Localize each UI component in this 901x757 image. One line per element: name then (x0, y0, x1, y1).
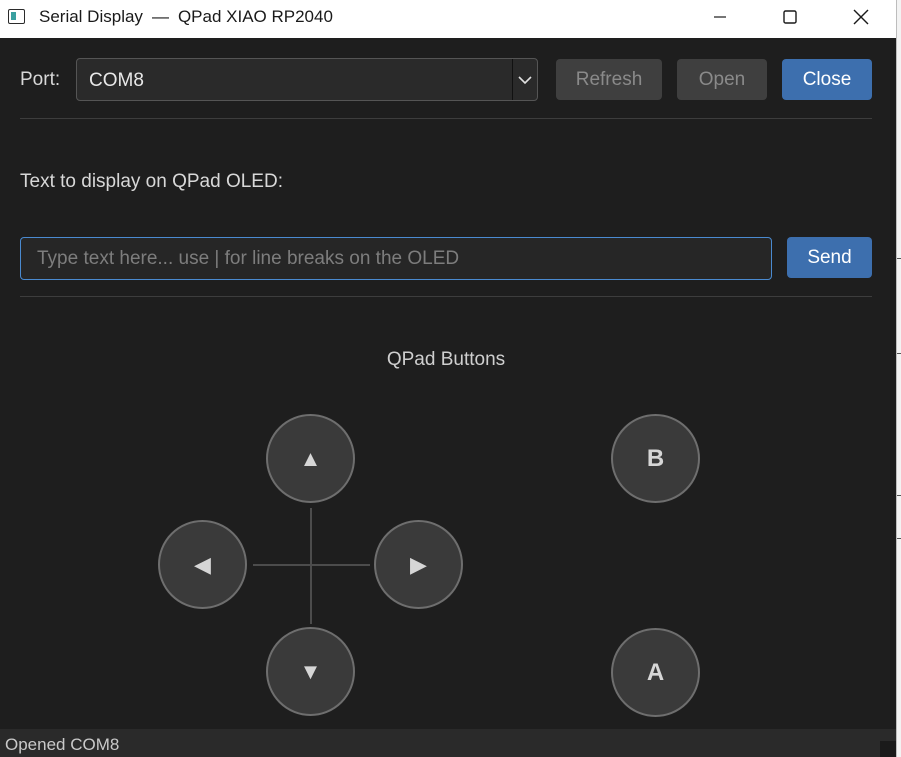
status-bar: Opened COM8 (0, 729, 896, 757)
minimize-button[interactable] (685, 0, 755, 34)
background-mark (897, 258, 901, 259)
port-select[interactable]: COM8 (76, 58, 538, 101)
dpad-right-button[interactable]: ▶ (374, 520, 463, 609)
dpad-up-button[interactable]: ▲ (266, 414, 355, 503)
maximize-button[interactable] (755, 0, 825, 34)
oled-text-input[interactable] (20, 237, 772, 280)
right-arrow-icon: ▶ (410, 551, 427, 577)
window-close-button[interactable] (826, 0, 896, 34)
dpad-down-button[interactable]: ▼ (266, 627, 355, 716)
maximize-icon (783, 10, 797, 24)
minimize-icon (714, 16, 726, 18)
dpad-cross-vertical (310, 508, 312, 624)
background-mark (897, 353, 901, 354)
divider (20, 296, 872, 297)
resize-grip[interactable] (880, 741, 896, 757)
a-button-label: A (646, 658, 665, 686)
close-port-button[interactable]: Close (782, 59, 872, 100)
down-arrow-icon: ▼ (299, 658, 322, 684)
qpad-buttons-title: QPad Buttons (386, 349, 506, 370)
background-window-edge (896, 0, 901, 757)
app-icon (8, 9, 25, 24)
up-arrow-icon: ▲ (299, 445, 322, 471)
title-device-name: QPad XIAO RP2040 (177, 7, 333, 26)
app-window: Serial Display — QPad XIAO RP2040 Port: CO… (0, 0, 896, 757)
refresh-button[interactable]: Refresh (556, 59, 662, 100)
title-bar[interactable]: Serial Display — QPad XIAO RP2040 (0, 0, 896, 38)
status-text: Opened COM8 (5, 735, 120, 754)
b-button-label: B (646, 444, 665, 472)
open-button[interactable]: Open (677, 59, 767, 100)
left-arrow-icon: ◀ (194, 551, 211, 577)
title-app-name: Serial Display (39, 7, 143, 26)
a-button[interactable]: A (611, 628, 700, 717)
dpad-cross-horizontal (253, 564, 370, 566)
divider (20, 118, 872, 119)
close-icon (853, 9, 869, 25)
title-separator: — (151, 7, 169, 26)
port-label: Port: (20, 69, 61, 90)
dpad-left-button[interactable]: ◀ (158, 520, 247, 609)
port-selected-value: COM8 (89, 70, 144, 91)
background-mark (897, 538, 901, 539)
background-mark (897, 495, 901, 496)
window-title: Serial Display — QPad XIAO RP2040 (39, 7, 333, 27)
oled-text-label: Text to display on QPad OLED: (20, 171, 283, 192)
chevron-down-icon (518, 75, 532, 84)
port-dropdown-toggle[interactable] (512, 59, 537, 100)
b-button[interactable]: B (611, 414, 700, 503)
send-button[interactable]: Send (787, 237, 872, 278)
